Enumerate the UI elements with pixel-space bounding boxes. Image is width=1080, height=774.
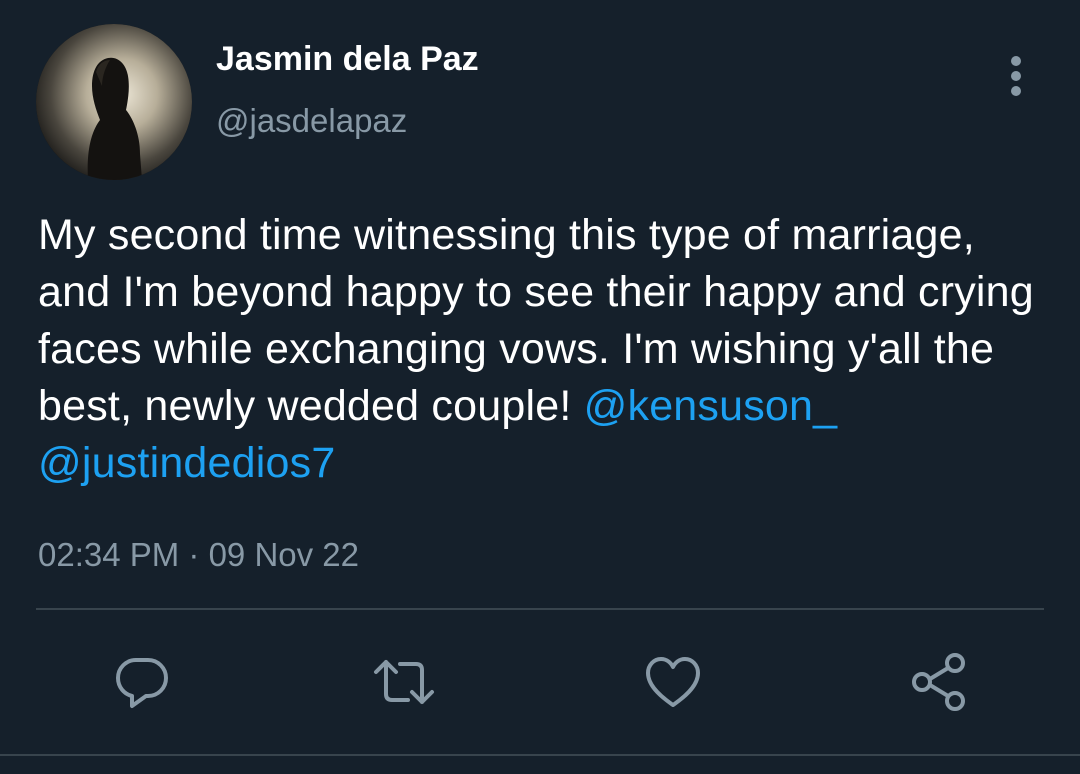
retweet-icon [374,660,434,704]
tweet-time: 02:34 PM [38,536,180,573]
like-button[interactable] [641,650,705,714]
more-dot [1011,71,1021,81]
divider [0,754,1080,756]
reply-button[interactable] [110,650,174,714]
tweet-date: 09 Nov 22 [208,536,360,573]
reply-icon [116,658,168,708]
tweet-text-body: My second time witnessing this type of m… [38,211,1034,430]
tweet-text: My second time witnessing this type of m… [38,207,1048,492]
timestamp-separator: · [179,536,209,573]
retweet-button[interactable] [372,650,436,714]
share-button[interactable] [907,650,971,714]
more-vertical-icon [1011,56,1021,66]
mention-link[interactable]: @kensuson_ [584,382,838,430]
more-dot [1011,86,1021,96]
author-display-name[interactable]: Jasmin dela Paz [216,40,479,79]
avatar[interactable] [36,24,192,180]
share-icon [912,653,965,711]
heart-icon [646,657,700,707]
divider [36,608,1044,610]
author-handle[interactable]: @jasdelapaz [216,102,407,140]
more-options-button[interactable] [996,52,1036,100]
tweet-timestamp[interactable]: 02:34 PM · 09 Nov 22 [38,536,359,574]
tweet-detail: Jasmin dela Paz @jasdelapaz My second ti… [0,0,1080,774]
avatar-silhouette-icon [36,24,192,180]
mention-link[interactable]: @justindedios7 [38,439,335,487]
